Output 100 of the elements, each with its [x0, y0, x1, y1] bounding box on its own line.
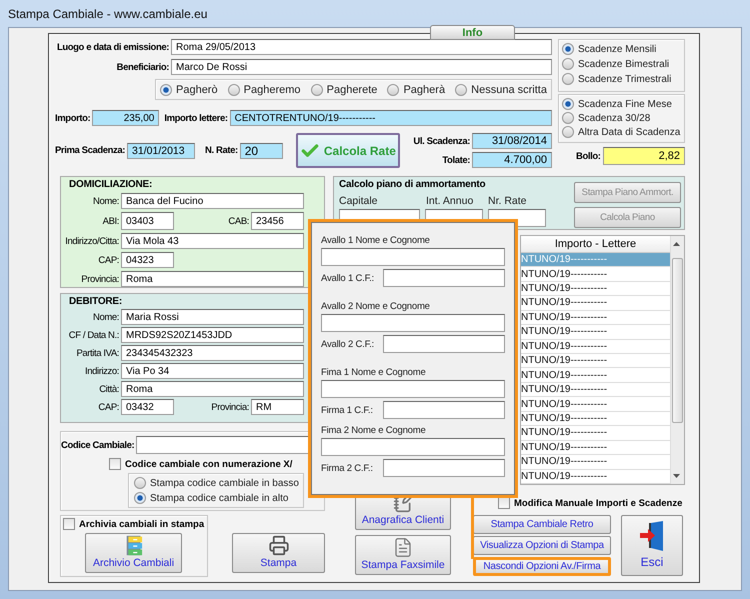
text-field[interactable]: 235,00: [92, 110, 160, 126]
table-row[interactable]: NTUNO/19-----------: [521, 412, 670, 426]
table-row[interactable]: NTUNO/19-----------: [521, 325, 670, 340]
text-field[interactable]: [321, 314, 505, 332]
radio-button[interactable]: Pagheremo: [228, 84, 301, 96]
text-field[interactable]: Roma: [121, 381, 304, 397]
text-field[interactable]: 31/08/2014: [472, 133, 552, 149]
field-label: Provincia:: [210, 402, 250, 412]
window-title: Stampa Cambiale - www.cambiale.eu: [8, 6, 208, 20]
field-label: Importo lettere:: [164, 112, 229, 124]
facsimile-button[interactable]: Stampa Faxsimile: [355, 535, 451, 575]
column-header[interactable]: Importo - Lettere: [521, 236, 670, 253]
table-row[interactable]: NTUNO/19-----------: [521, 368, 670, 383]
text-field[interactable]: [383, 269, 505, 287]
table-row[interactable]: NTUNO/19-----------: [521, 267, 670, 282]
radio-button[interactable]: Scadenze Mensili: [562, 43, 681, 55]
text-field[interactable]: Roma 29/05/2013: [171, 39, 552, 55]
table-row[interactable]: NTUNO/19-----------: [521, 340, 670, 354]
table-row[interactable]: NTUNO/19-----------: [521, 440, 670, 456]
option-button[interactable]: Visualizza Opzioni di Stampa: [473, 536, 611, 555]
radio-button[interactable]: Pagherò: [160, 84, 218, 96]
text-field[interactable]: 2,82: [603, 147, 685, 165]
field-label: Importo:: [55, 112, 92, 124]
text-field[interactable]: Maria Rossi: [121, 309, 304, 325]
text-field[interactable]: [321, 380, 505, 398]
table-row[interactable]: NTUNO/19-----------: [521, 382, 670, 398]
field-label: Partita IVA:: [75, 348, 120, 358]
table-row[interactable]: NTUNO/19-----------: [521, 470, 670, 484]
text-field[interactable]: Marco De Rossi: [171, 59, 552, 75]
checkbox[interactable]: Archivia cambiali in stampa: [63, 518, 205, 530]
text-field[interactable]: 4.700,00: [472, 152, 552, 168]
table-row[interactable]: NTUNO/19-----------: [521, 354, 670, 368]
text-field[interactable]: CENTOTRENTUNO/19-----------: [230, 110, 552, 126]
exit-icon: [639, 520, 665, 550]
field-label: Nome:: [92, 196, 120, 206]
field-label: Provincia:: [80, 274, 120, 284]
checkbox[interactable]: Modifica Manuale Importi e Scadenze: [498, 497, 682, 509]
field-label: Avallo 2 Nome e Cognome: [321, 301, 431, 312]
tab[interactable]: Info: [430, 25, 515, 40]
field-label: Avallo 2 C.F.:: [321, 338, 375, 350]
field-label: N. Rate:: [205, 145, 239, 156]
text-field[interactable]: MRDS92S20Z1453JDD: [121, 327, 304, 343]
field-label: Codice Cambiale:: [61, 440, 136, 450]
text-field[interactable]: 23456: [251, 212, 304, 230]
section-title: DOMICILIAZIONE:: [69, 179, 154, 190]
field-label: Avallo 1 C.F.:: [321, 272, 375, 284]
field-label: Capitale: [339, 195, 379, 207]
table-row[interactable]: NTUNO/19-----------: [521, 296, 670, 311]
field-label: CAP:: [97, 402, 120, 412]
text-field[interactable]: Roma: [121, 271, 304, 287]
table-row[interactable]: NTUNO/19-----------: [521, 282, 670, 296]
radio-button[interactable]: Scadenze Bimestrali: [562, 58, 681, 70]
print-button[interactable]: Stampa: [232, 533, 325, 573]
field-label: Bollo:: [575, 150, 602, 162]
field-label: Firma 1 C.F.:: [321, 404, 374, 416]
radio-button[interactable]: Pagherete: [310, 84, 378, 96]
field-label: Città:: [98, 384, 120, 394]
radio-button[interactable]: Stampa codice cambiale in alto: [134, 492, 298, 504]
field-label: Fima 2 Nome e Cognome: [321, 425, 427, 436]
text-field[interactable]: [383, 459, 505, 477]
text-field[interactable]: 20: [240, 142, 283, 158]
radio-button[interactable]: Stampa codice cambiale in basso: [134, 477, 298, 489]
table-row[interactable]: NTUNO/19-----------: [521, 310, 670, 326]
text-field[interactable]: [321, 248, 505, 266]
table-row[interactable]: NTUNO/19-----------: [521, 426, 670, 441]
field-label: Firma 2 C.F.:: [321, 462, 374, 474]
field-label: Nr. Rate: [488, 195, 528, 207]
text-field[interactable]: [383, 335, 505, 353]
radio-button[interactable]: Scadenza 30/28: [562, 112, 681, 124]
text-field[interactable]: Banca del Fucino: [121, 193, 304, 209]
field-label: Nome:: [92, 312, 120, 322]
radio-button[interactable]: Scadenza Fine Mese: [562, 98, 681, 110]
text-field[interactable]: 03432: [121, 399, 174, 415]
scroll-down-icon: [673, 474, 680, 478]
text-field[interactable]: 04323: [121, 252, 174, 268]
radio-button[interactable]: Pagherà: [387, 84, 446, 96]
field-label: Luogo e data di emissione:: [56, 42, 170, 52]
scroll-up-icon: [673, 242, 680, 246]
text-field[interactable]: 31/01/2013: [127, 142, 196, 158]
text-field[interactable]: [321, 438, 505, 456]
scrollbar[interactable]: [670, 236, 684, 484]
text-field[interactable]: 234345432323: [121, 345, 304, 361]
text-field[interactable]: RM: [251, 399, 304, 415]
field-label: Prima Scadenza:: [55, 145, 126, 156]
option-button[interactable]: Stampa Cambiale Retro: [473, 515, 611, 534]
table-row[interactable]: NTUNO/19-----------: [521, 455, 670, 470]
radio-button[interactable]: Scadenze Trimestrali: [562, 73, 681, 85]
radio-button[interactable]: Altra Data di Scadenza: [562, 126, 681, 138]
section-title: DEBITORE:: [69, 296, 124, 307]
checkbox[interactable]: Codice cambiale con numerazione X/: [109, 458, 292, 470]
text-field[interactable]: [383, 401, 505, 419]
text-field[interactable]: 03403: [121, 212, 174, 230]
archive-button[interactable]: Archivio Cambiali: [85, 533, 182, 573]
text-field[interactable]: Via Po 34: [121, 363, 304, 379]
printer-icon: [268, 535, 290, 556]
text-field[interactable]: Via Mola 43: [121, 233, 304, 249]
exit-button[interactable]: Esci: [621, 515, 683, 576]
option-button[interactable]: Nascondi Opzioni Av./Firma: [473, 557, 611, 576]
table-row[interactable]: NTUNO/19-----------: [521, 397, 670, 412]
radio-button[interactable]: Nessuna scritta: [455, 84, 547, 96]
